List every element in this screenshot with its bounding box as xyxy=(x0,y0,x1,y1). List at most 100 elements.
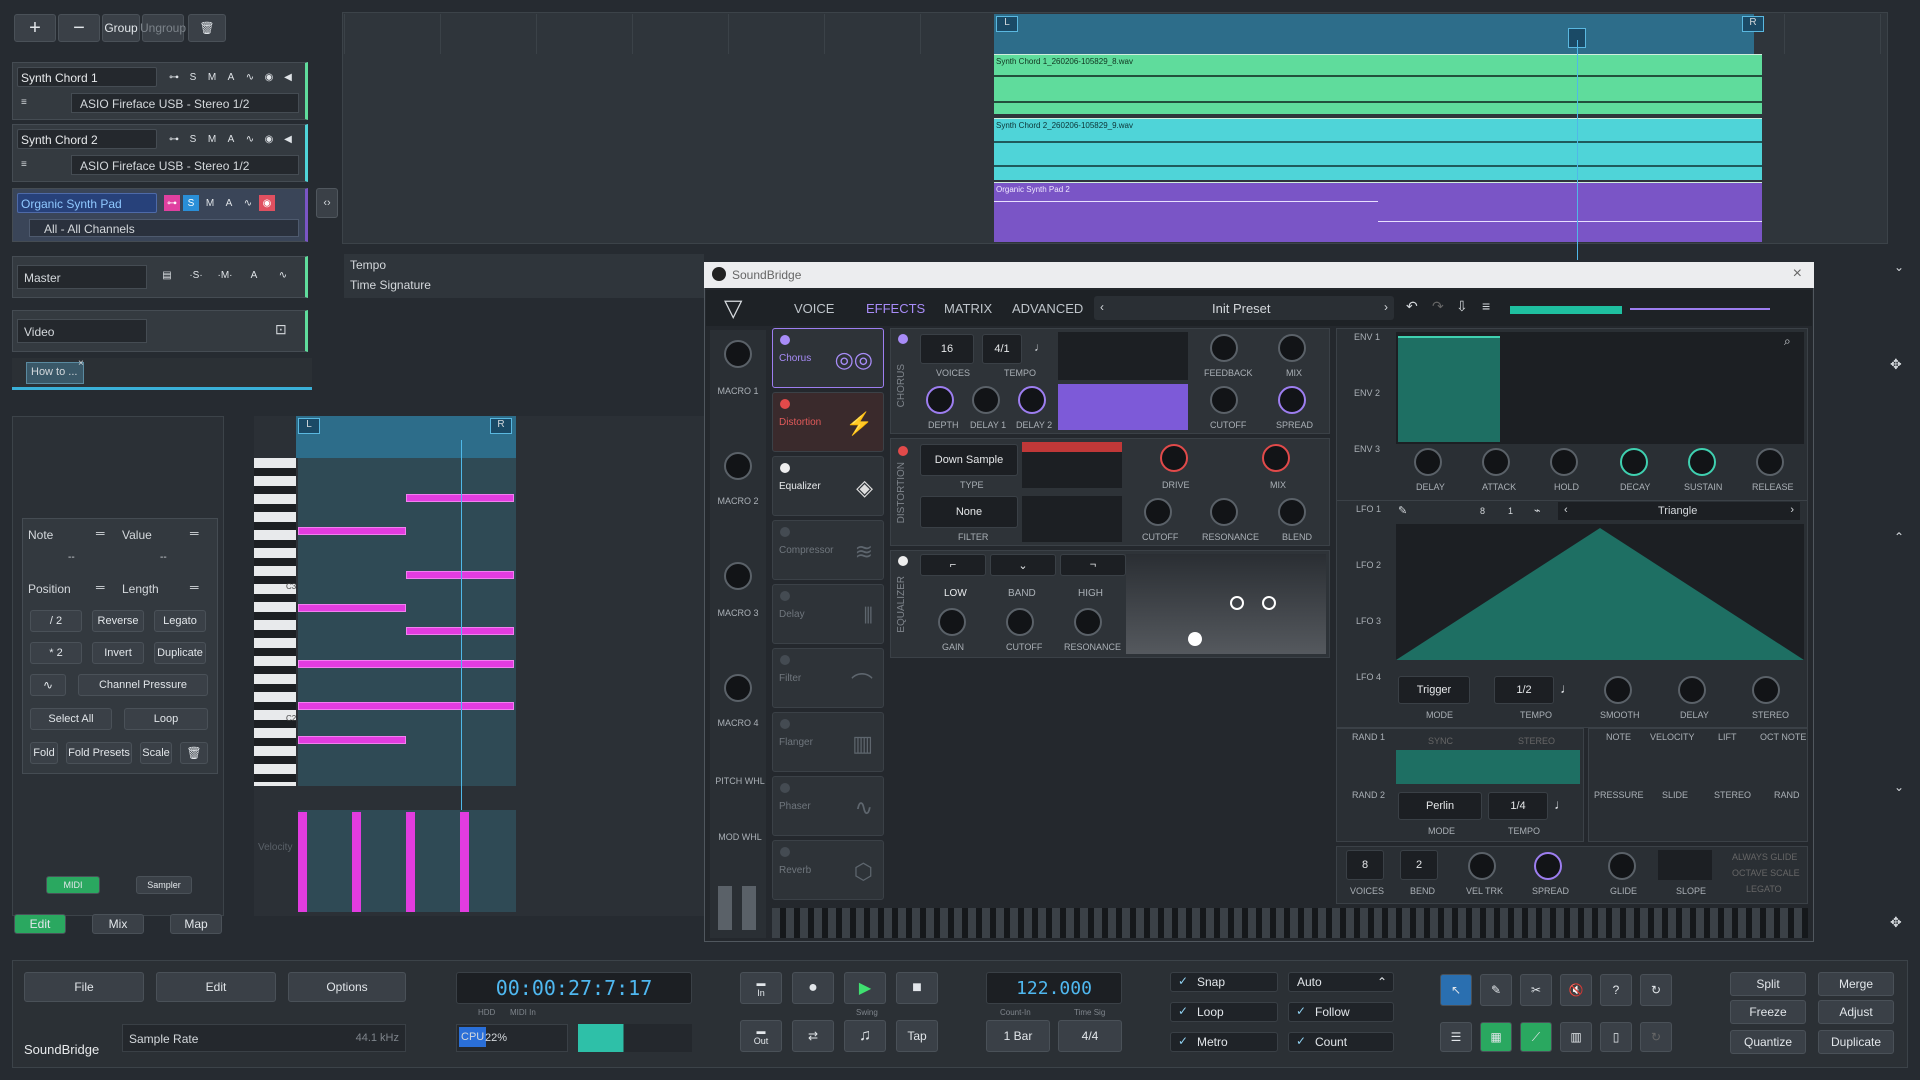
eq-low-shape[interactable]: ⌐ xyxy=(920,554,986,576)
lfo-2-label[interactable]: LFO 2 xyxy=(1356,560,1381,570)
track-name[interactable]: Synth Chord 2 xyxy=(21,133,98,147)
lfo-delay-knob[interactable] xyxy=(1678,676,1706,704)
master-solo-button[interactable]: ·S· xyxy=(185,267,207,283)
record-arm-icon[interactable]: ◉ xyxy=(259,195,275,211)
chorus-mix-knob[interactable] xyxy=(1278,334,1306,362)
io-icon[interactable]: ≡ xyxy=(21,97,27,108)
menu-icon[interactable]: ≡ xyxy=(1482,298,1490,314)
snap-toggle[interactable]: ✓ Snap xyxy=(1170,972,1278,992)
eq-gain-knob[interactable] xyxy=(938,608,966,636)
tracklist-icon[interactable]: ☰ xyxy=(1440,1022,1472,1052)
automation-button[interactable]: A xyxy=(221,195,237,211)
duplicate-button[interactable]: Duplicate xyxy=(1818,1030,1894,1054)
fold-button[interactable]: Fold xyxy=(30,742,58,764)
octave-scale-toggle[interactable]: OCTAVE SCALE xyxy=(1732,868,1800,878)
solo-button[interactable]: S xyxy=(185,69,201,85)
rand-2-label[interactable]: RAND 2 xyxy=(1352,790,1385,800)
chorus-depth-knob[interactable] xyxy=(926,386,954,414)
plugin-keyboard[interactable] xyxy=(772,908,1808,938)
loop-end-marker[interactable]: R xyxy=(1742,16,1764,32)
tab-how-to[interactable]: How to ... xyxy=(26,362,84,384)
midi-note[interactable] xyxy=(298,604,406,612)
eq-band-tab[interactable]: BAND xyxy=(1008,588,1036,599)
slope-display[interactable] xyxy=(1658,850,1712,880)
legato-toggle[interactable]: LEGATO xyxy=(1746,884,1782,894)
note-icon[interactable]: ♩ xyxy=(1560,680,1574,696)
distortion-blend-knob[interactable] xyxy=(1278,498,1306,526)
env-delay-knob[interactable] xyxy=(1414,448,1442,476)
quantize-button[interactable]: Quantize xyxy=(1730,1030,1806,1054)
master-mute-button[interactable]: ·M· xyxy=(214,267,236,283)
chevron-left-icon[interactable]: ‹ xyxy=(1100,300,1104,314)
scroll-arrow-icon[interactable]: ⌃ xyxy=(1894,530,1904,544)
auto-dropdown[interactable]: Auto ⌃ xyxy=(1288,972,1394,992)
midi-note[interactable] xyxy=(406,494,514,502)
curve-icon[interactable]: ∿ xyxy=(242,69,258,85)
redo-icon[interactable]: ↷ xyxy=(1432,298,1444,315)
env-1-label[interactable]: ENV 1 xyxy=(1354,332,1380,342)
chorus-cutoff-knob[interactable] xyxy=(1210,386,1238,414)
loop-start-marker[interactable]: L xyxy=(298,418,320,434)
eq-low-tab[interactable]: LOW xyxy=(944,588,967,599)
velocity-bar[interactable] xyxy=(352,812,361,912)
clip-synth-chord-2[interactable]: Synth Chord 2_260206-105829_9.wav xyxy=(994,118,1762,180)
enable-toggle[interactable] xyxy=(780,463,790,473)
distortion-type-value[interactable]: Down Sample xyxy=(920,444,1018,476)
track-name[interactable]: Organic Synth Pad xyxy=(21,197,122,211)
scroll-arrow-icon[interactable]: ⌄ xyxy=(1894,780,1904,794)
follow-toggle[interactable]: ✓ Follow xyxy=(1288,1002,1394,1022)
count-in-value[interactable]: 1 Bar xyxy=(986,1020,1050,1052)
menu-icon[interactable]: ═ xyxy=(190,580,199,594)
scroll-arrow-icon[interactable]: ⌄ xyxy=(1894,260,1904,274)
mod-source-rand[interactable]: RAND xyxy=(1774,790,1800,800)
env-sustain-knob[interactable] xyxy=(1688,448,1716,476)
map-tab[interactable]: Map xyxy=(170,914,222,934)
loop-toggle[interactable]: ✓ Loop xyxy=(1170,1002,1278,1022)
eq-high-shape[interactable]: ¬ xyxy=(1060,554,1126,576)
eq-spectrum-display[interactable] xyxy=(1126,554,1326,654)
eq-node[interactable] xyxy=(1262,596,1276,610)
move-icon[interactable]: ✥ xyxy=(1890,356,1902,373)
eq-resonance-knob[interactable] xyxy=(1074,608,1102,636)
env-release-knob[interactable] xyxy=(1756,448,1784,476)
glide-knob[interactable] xyxy=(1608,852,1636,880)
clip-organic-synth-pad[interactable]: Organic Synth Pad 2 xyxy=(994,182,1762,242)
sampler-button[interactable]: Sampler xyxy=(136,876,192,894)
chorus-delay2-knob[interactable] xyxy=(1018,386,1046,414)
reverse-button[interactable]: Reverse xyxy=(92,610,144,632)
lfo-tempo-value[interactable]: 1/2 xyxy=(1494,676,1554,704)
mod-source-velocity[interactable]: VELOCITY xyxy=(1650,732,1695,742)
record-button[interactable]: ● xyxy=(792,972,834,1004)
rand-stereo-toggle[interactable]: STEREO xyxy=(1518,736,1555,746)
effect-slot-phaser[interactable]: Phaser ∿ xyxy=(772,776,884,836)
midi-note[interactable] xyxy=(298,660,514,668)
mod-source-lift[interactable]: LIFT xyxy=(1718,732,1737,742)
scale-button[interactable]: Scale xyxy=(140,742,172,764)
effect-slot-delay[interactable]: Delay ⦀ xyxy=(772,584,884,644)
edit-menu[interactable]: Edit xyxy=(156,972,276,1002)
help-icon[interactable]: ? xyxy=(1600,974,1632,1006)
mute-button[interactable]: M xyxy=(202,195,218,211)
io-icon[interactable]: ≡ xyxy=(21,159,27,170)
chevron-right-icon[interactable]: › xyxy=(1384,300,1388,314)
menu-icon[interactable]: ═ xyxy=(190,526,199,540)
eq-high-tab[interactable]: HIGH xyxy=(1078,588,1103,599)
pitch-wheel[interactable] xyxy=(718,886,732,930)
pencil-icon[interactable]: ✎ xyxy=(1398,504,1407,517)
eq-node[interactable] xyxy=(1188,632,1202,646)
automation-button[interactable]: A xyxy=(223,69,239,85)
distortion-resonance-knob[interactable] xyxy=(1210,498,1238,526)
loop-button[interactable]: Loop xyxy=(124,708,208,730)
menu-icon[interactable]: ═ xyxy=(96,580,105,594)
legato-button[interactable]: Legato xyxy=(154,610,206,632)
play-button[interactable]: ▶ xyxy=(844,972,886,1004)
divide-2-button[interactable]: / 2 xyxy=(30,610,82,632)
bend-range-value[interactable]: 2 xyxy=(1400,850,1438,880)
grid-view-icon[interactable]: ▦ xyxy=(1480,1022,1512,1052)
collapse-arrows-icon[interactable]: ‹› xyxy=(316,188,338,218)
solo-button[interactable]: S xyxy=(183,195,199,211)
enable-toggle[interactable] xyxy=(780,847,790,857)
redo-icon[interactable]: ↻ xyxy=(1640,1022,1672,1052)
mod-source-oct-note[interactable]: OCT NOTE xyxy=(1760,732,1806,742)
curve-icon[interactable]: ∿ xyxy=(242,131,258,147)
